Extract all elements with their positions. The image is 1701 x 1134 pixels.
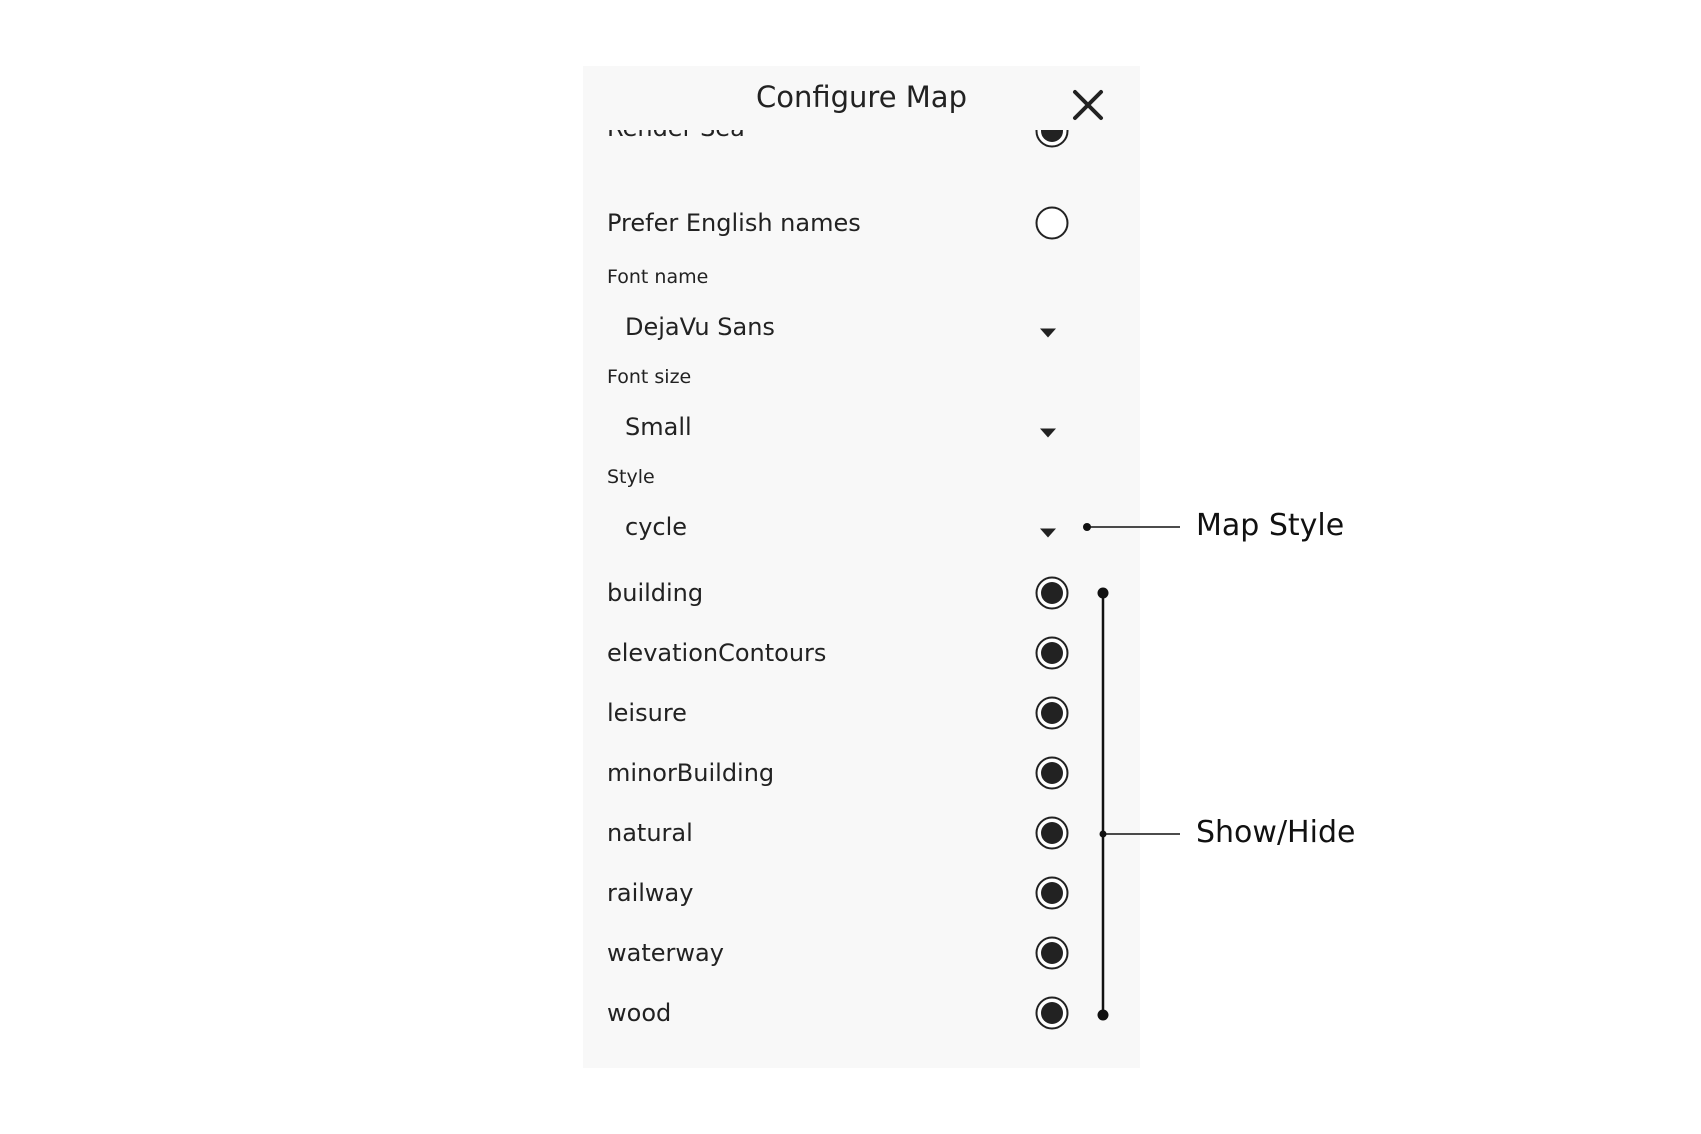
map-style-annotation: Map Style xyxy=(1196,508,1345,543)
bracket-top-dot xyxy=(1097,587,1109,599)
show-hide-annotation: Show/Hide xyxy=(1196,815,1356,850)
map-style-dot xyxy=(1083,523,1091,531)
bracket-bottom-dot xyxy=(1097,1009,1109,1021)
annotation-lines xyxy=(1083,523,1180,1021)
